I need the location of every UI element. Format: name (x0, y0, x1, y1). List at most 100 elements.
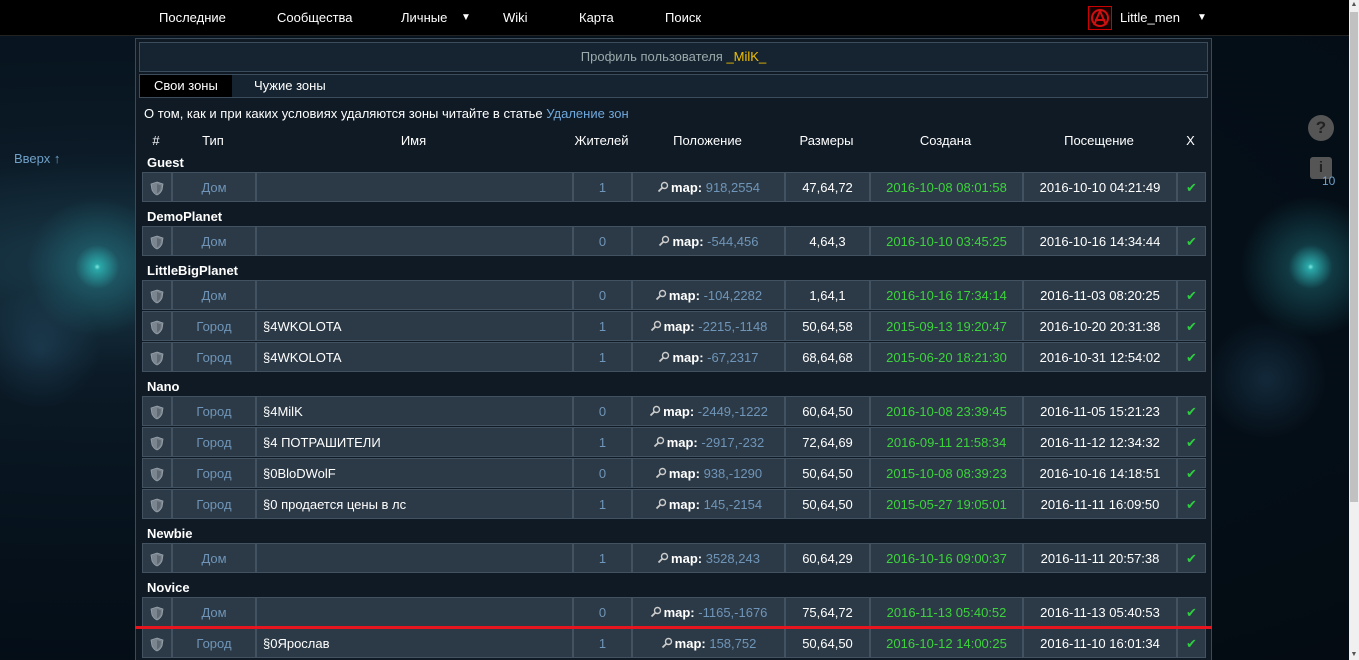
zone-shield-cell[interactable] (142, 628, 172, 658)
zone-position[interactable]: map: 938,-1290 (632, 458, 785, 488)
zone-position[interactable]: map: 145,-2154 (632, 489, 785, 519)
zone-type[interactable]: Дом (172, 280, 256, 310)
zone-population[interactable]: 0 (573, 597, 632, 627)
table-row[interactable]: Дом 1 map: 3528,243 60,64,29 2016-10-16 09:0… (142, 543, 1206, 573)
checkmark-icon[interactable]: ✔ (1177, 489, 1206, 519)
zone-coordinates[interactable]: -1165,-1676 (698, 605, 767, 620)
zone-shield-cell[interactable] (142, 396, 172, 426)
zone-shield-cell[interactable] (142, 342, 172, 372)
zone-position[interactable]: map: 918,2554 (632, 172, 785, 202)
table-row[interactable]: Город §4WKOLOTA 1 map: -2215,-1148 50,64,58 2… (142, 311, 1206, 341)
zone-position[interactable]: map: -2917,-232 (632, 427, 785, 457)
zone-position[interactable]: map: -1165,-1676 (632, 597, 785, 627)
nav-recent[interactable]: Последние (159, 0, 226, 36)
zone-population[interactable]: 0 (573, 226, 632, 256)
zone-position[interactable]: map: 158,752 (632, 628, 785, 658)
checkmark-icon[interactable]: ✔ (1177, 311, 1206, 341)
zone-coordinates[interactable]: 918,2554 (706, 180, 760, 195)
zone-shield-cell[interactable] (142, 597, 172, 627)
zone-position[interactable]: map: -104,2282 (632, 280, 785, 310)
zone-shield-cell[interactable] (142, 489, 172, 519)
chevron-down-icon[interactable]: ▼ (461, 0, 471, 36)
zone-deletion-link[interactable]: Удаление зон (546, 106, 628, 121)
nav-map[interactable]: Карта (579, 0, 614, 36)
zone-population[interactable]: 0 (573, 458, 632, 488)
zone-population[interactable]: 1 (573, 342, 632, 372)
zone-type[interactable]: Город (172, 427, 256, 457)
zone-coordinates[interactable]: -544,456 (707, 234, 758, 249)
nav-wiki[interactable]: Wiki (503, 0, 528, 36)
chevron-down-icon[interactable]: ▼ (1197, 0, 1207, 36)
checkmark-icon[interactable]: ✔ (1177, 280, 1206, 310)
table-row[interactable]: Город §4WKOLOTA 1 map: -67,2317 68,64,68 2015… (142, 342, 1206, 372)
zone-population[interactable]: 1 (573, 427, 632, 457)
checkmark-icon[interactable]: ✔ (1177, 342, 1206, 372)
tab-other-zones[interactable]: Чужие зоны (240, 75, 340, 97)
zone-type[interactable]: Дом (172, 597, 256, 627)
zone-coordinates[interactable]: -2215,-1148 (698, 319, 767, 334)
tab-own-zones[interactable]: Свои зоны (140, 75, 232, 97)
zone-coordinates[interactable]: 145,-2154 (704, 497, 763, 512)
zone-type[interactable]: Город (172, 489, 256, 519)
zone-type[interactable]: Дом (172, 226, 256, 256)
zone-shield-cell[interactable] (142, 458, 172, 488)
zone-coordinates[interactable]: 938,-1290 (704, 466, 763, 481)
zone-shield-cell[interactable] (142, 226, 172, 256)
checkmark-icon[interactable]: ✔ (1177, 597, 1206, 627)
zone-type[interactable]: Город (172, 628, 256, 658)
zone-position[interactable]: map: -2215,-1148 (632, 311, 785, 341)
scroll-thumb[interactable] (1350, 12, 1358, 502)
zone-position[interactable]: map: -2449,-1222 (632, 396, 785, 426)
zone-population[interactable]: 0 (573, 280, 632, 310)
table-row[interactable]: Город §4 ПОТРАШИТЕЛИ 1 map: -2917,-232 72,64… (142, 427, 1206, 457)
zone-coordinates[interactable]: 158,752 (709, 636, 756, 651)
zone-coordinates[interactable]: -104,2282 (704, 288, 763, 303)
nav-search[interactable]: Поиск (665, 0, 701, 36)
zone-shield-cell[interactable] (142, 311, 172, 341)
zone-population[interactable]: 1 (573, 489, 632, 519)
zone-population[interactable]: 0 (573, 396, 632, 426)
table-row[interactable]: Дом 0 map: -544,456 4,64,3 2016-10-10 03:45:… (142, 226, 1206, 256)
table-row[interactable]: Дом 0 map: -104,2282 1,64,1 2016-10-16 17:34… (142, 280, 1206, 310)
checkmark-icon[interactable]: ✔ (1177, 226, 1206, 256)
zone-type[interactable]: Город (172, 396, 256, 426)
table-row[interactable]: Город §0 продается цены в лс 1 map: 145,-21… (142, 489, 1206, 519)
zone-coordinates[interactable]: -2449,-1222 (698, 404, 768, 419)
table-row[interactable]: Дом 0 map: -1165,-1676 75,64,72 2016-11-13 0… (142, 597, 1206, 627)
zone-shield-cell[interactable] (142, 427, 172, 457)
zone-population[interactable]: 1 (573, 628, 632, 658)
table-row[interactable]: Дом 1 map: 918,2554 47,64,72 2016-10-08 08:0… (142, 172, 1206, 202)
table-row[interactable]: Город §4MilK 0 map: -2449,-1222 60,64,50 2016… (142, 396, 1206, 426)
checkmark-icon[interactable]: ✔ (1177, 396, 1206, 426)
zone-coordinates[interactable]: -2917,-232 (701, 435, 764, 450)
user-avatar[interactable] (1088, 6, 1112, 30)
checkmark-icon[interactable]: ✔ (1177, 543, 1206, 573)
back-to-top-link[interactable]: Вверх ↑ (14, 151, 60, 166)
nav-personal[interactable]: Личные (401, 0, 447, 36)
zone-position[interactable]: map: -67,2317 (632, 342, 785, 372)
scrollbar[interactable]: ▲ ▼ (1349, 0, 1359, 660)
checkmark-icon[interactable]: ✔ (1177, 458, 1206, 488)
username-label[interactable]: Little_men (1120, 0, 1180, 36)
zone-population[interactable]: 1 (573, 311, 632, 341)
zone-type[interactable]: Город (172, 342, 256, 372)
zone-shield-cell[interactable] (142, 280, 172, 310)
zone-type[interactable]: Город (172, 311, 256, 341)
checkmark-icon[interactable]: ✔ (1177, 628, 1206, 658)
zone-position[interactable]: map: 3528,243 (632, 543, 785, 573)
scroll-down-arrow-icon[interactable]: ▼ (1349, 650, 1359, 660)
help-icon[interactable]: ? (1308, 115, 1334, 141)
zone-type[interactable]: Дом (172, 543, 256, 573)
zone-type[interactable]: Город (172, 458, 256, 488)
checkmark-icon[interactable]: ✔ (1177, 172, 1206, 202)
scroll-up-arrow-icon[interactable]: ▲ (1349, 0, 1359, 10)
table-row[interactable]: Город §0Ярослав 1 map: 158,752 50,64,50 2016-… (142, 628, 1206, 658)
profile-username[interactable]: _MilK_ (726, 49, 766, 64)
zone-shield-cell[interactable] (142, 172, 172, 202)
checkmark-icon[interactable]: ✔ (1177, 427, 1206, 457)
zone-type[interactable]: Дом (172, 172, 256, 202)
nav-communities[interactable]: Сообщества (277, 0, 353, 36)
zone-population[interactable]: 1 (573, 543, 632, 573)
zone-shield-cell[interactable] (142, 543, 172, 573)
zone-coordinates[interactable]: 3528,243 (706, 551, 760, 566)
